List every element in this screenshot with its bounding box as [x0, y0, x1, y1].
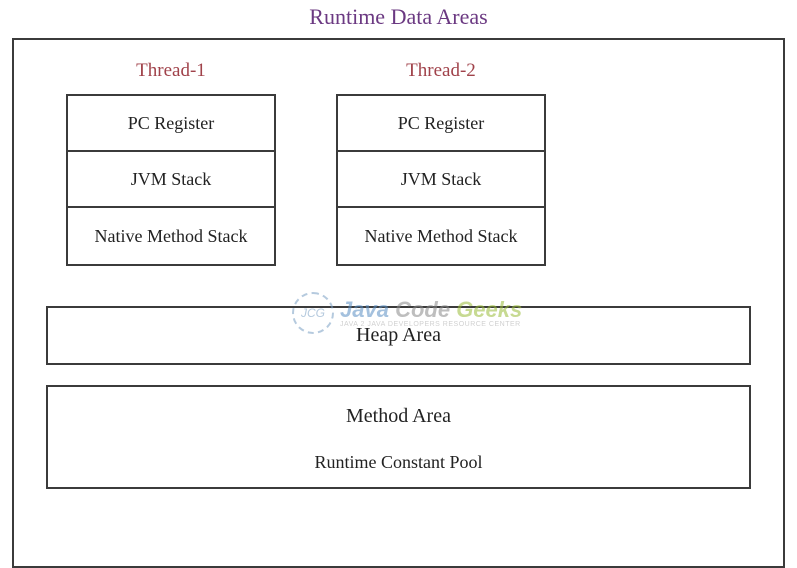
thread-2-column: Thread-2 PC Register JVM Stack Native Me… [336, 60, 546, 266]
diagram-title: Runtime Data Areas [0, 0, 797, 38]
method-area-title: Method Area [48, 405, 749, 428]
thread-1-jvm-stack: JVM Stack [68, 152, 274, 208]
thread-1-native-method-stack: Native Method Stack [68, 208, 274, 264]
thread-2-native-method-stack: Native Method Stack [338, 208, 544, 264]
thread-2-label: Thread-2 [336, 60, 546, 82]
method-area-box: Method Area Runtime Constant Pool [46, 385, 751, 489]
runtime-constant-pool-label: Runtime Constant Pool [48, 452, 749, 473]
thread-1-label: Thread-1 [66, 60, 276, 82]
runtime-data-areas-container: Thread-1 PC Register JVM Stack Native Me… [12, 38, 785, 568]
thread-1-pc-register: PC Register [68, 96, 274, 152]
thread-1-column: Thread-1 PC Register JVM Stack Native Me… [66, 60, 276, 266]
thread-1-stack: PC Register JVM Stack Native Method Stac… [66, 94, 276, 266]
heap-area-title: Heap Area [48, 324, 749, 347]
thread-2-stack: PC Register JVM Stack Native Method Stac… [336, 94, 546, 266]
thread-2-jvm-stack: JVM Stack [338, 152, 544, 208]
thread-2-pc-register: PC Register [338, 96, 544, 152]
heap-area-box: Heap Area [46, 306, 751, 365]
threads-row: Thread-1 PC Register JVM Stack Native Me… [66, 60, 759, 266]
